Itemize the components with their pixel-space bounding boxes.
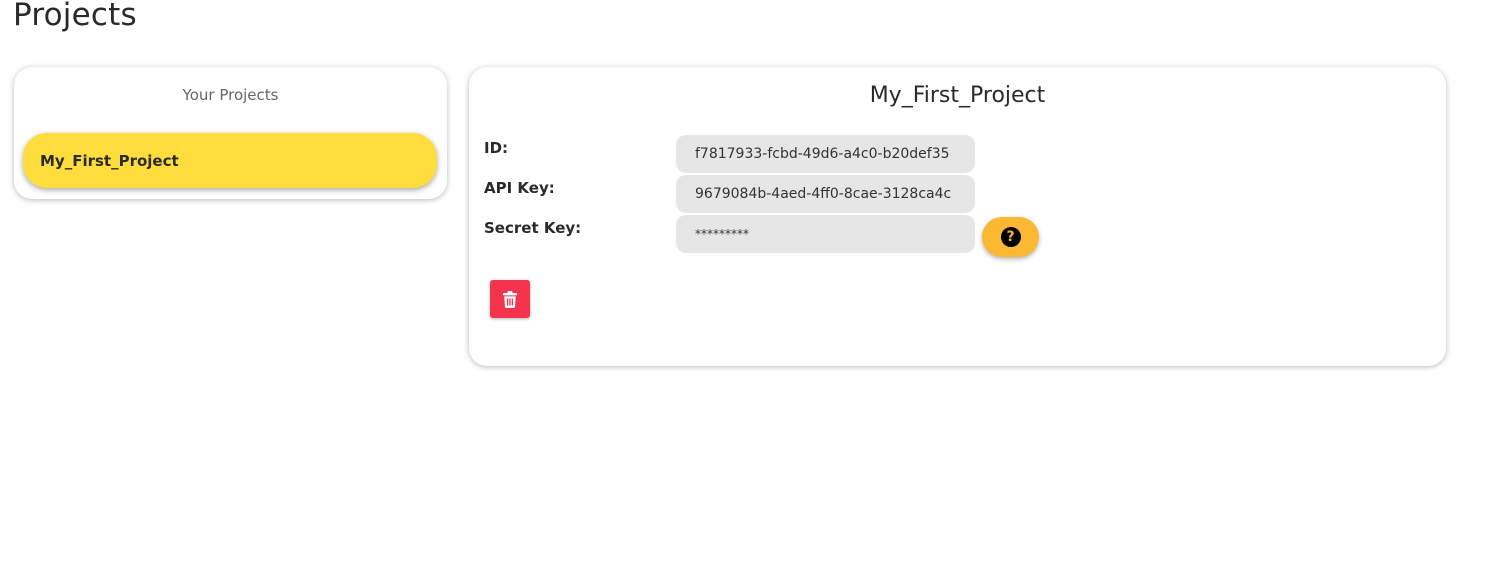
projects-list-card: Your Projects My_First_Project <box>14 67 447 199</box>
id-label: ID: <box>484 139 509 157</box>
secret-key-help-button[interactable]: ? <box>982 217 1039 257</box>
delete-project-button[interactable] <box>490 280 530 318</box>
project-list-item-label: My_First_Project <box>40 152 179 170</box>
api-key-label: API Key: <box>484 179 555 197</box>
id-field[interactable]: f7817933-fcbd-49d6-a4c0-b20def35 <box>676 135 975 173</box>
trash-icon <box>503 290 517 308</box>
project-list-item-my-first-project[interactable]: My_First_Project <box>23 133 437 188</box>
projects-list-heading: Your Projects <box>182 86 279 104</box>
question-circle-icon: ? <box>1000 227 1021 247</box>
api-key-field[interactable]: 9679084b-4aed-4ff0-8cae-3128ca4c <box>676 175 975 213</box>
secret-key-field[interactable]: ********* <box>676 215 975 253</box>
page-title: Projects <box>13 0 137 33</box>
secret-key-label: Secret Key: <box>484 219 582 237</box>
project-name-title: My_First_Project <box>869 83 1046 108</box>
project-detail-card: My_First_Project ID: f7817933-fcbd-49d6-… <box>469 67 1446 366</box>
